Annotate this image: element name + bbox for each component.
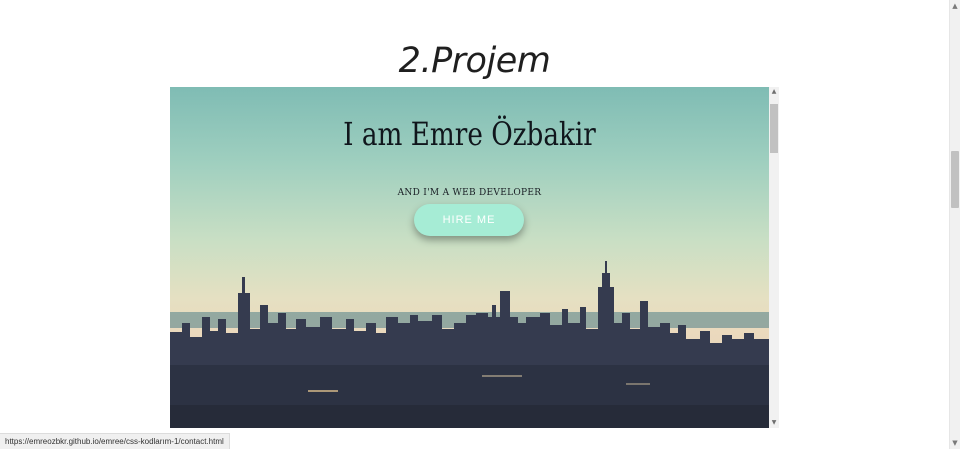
hire-me-button[interactable]: HIRE ME [414,204,524,236]
page-scrollbar-thumb[interactable] [951,151,959,208]
scroll-down-icon[interactable]: ▼ [769,418,779,428]
scroll-up-icon[interactable]: ▲ [769,87,779,97]
preview-scrollbar-thumb[interactable] [770,104,778,153]
scroll-down-icon[interactable]: ▼ [950,437,960,449]
hero-background-image: I am Emre Özbakir and I'm a web develope… [170,87,769,428]
preview-scrollbar[interactable]: ▲ ▼ [769,87,779,428]
hero-title: I am Emre Özbakir [343,115,596,153]
project-title: 2.Projem [398,41,551,82]
project-preview-frame[interactable]: I am Emre Özbakir and I'm a web develope… [170,87,779,428]
scroll-up-icon[interactable]: ▲ [950,0,960,12]
link-status-bar: https://emreozbkr.github.io/emree/css-ko… [0,433,230,449]
hero-subtitle: and I'm a web developer [397,188,542,198]
page-scrollbar[interactable]: ▲ ▼ [949,0,960,449]
